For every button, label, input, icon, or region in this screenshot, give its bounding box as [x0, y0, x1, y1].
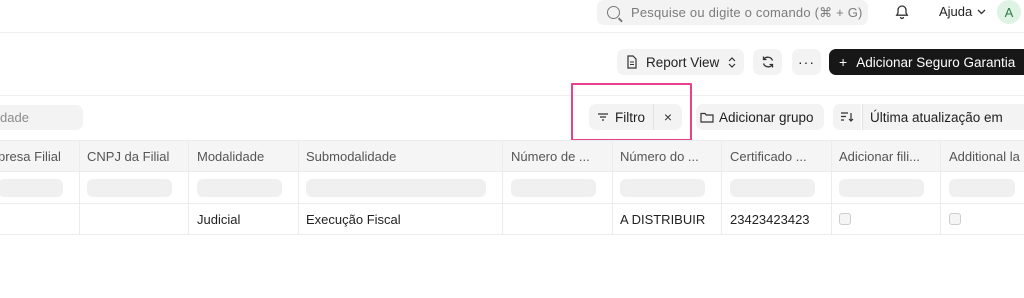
refresh-button[interactable] — [753, 49, 782, 75]
column-filter-cell — [831, 172, 941, 203]
table-cell: A DISTRIBUIR — [612, 204, 722, 234]
report-view-label: Report View — [646, 54, 720, 70]
filter-label: Filtro — [615, 109, 645, 125]
checkbox[interactable] — [839, 213, 851, 225]
add-group-button[interactable]: Adicionar grupo — [696, 104, 824, 130]
column-header[interactable]: Adicionar fili... — [831, 141, 941, 171]
sort-field-button[interactable]: Última atualização em — [862, 104, 1024, 130]
column-filter-cell — [503, 172, 613, 203]
add-group-label: Adicionar grupo — [719, 109, 814, 125]
search-icon — [607, 6, 620, 19]
column-filter-input[interactable] — [730, 178, 815, 197]
table-cell: Judicial — [189, 204, 299, 234]
plus-icon: + — [839, 54, 848, 70]
checkbox[interactable] — [949, 213, 961, 225]
name-filter-input[interactable]: dade — [0, 105, 83, 130]
column-header[interactable]: Número do ... — [612, 141, 722, 171]
add-seguro-garantia-button[interactable]: + Adicionar Seguro Garantia — [829, 49, 1024, 75]
column-filter-input[interactable] — [87, 178, 172, 197]
column-filter-cell — [722, 172, 832, 203]
add-button-label: Adicionar Seguro Garantia — [856, 54, 1016, 70]
column-filter-input[interactable] — [839, 178, 924, 197]
column-filter-input[interactable] — [620, 178, 705, 197]
column-filter-cell — [298, 172, 503, 203]
search-bar[interactable]: Pesquise ou digite o comando (⌘ + G) — [597, 0, 868, 25]
column-filter-input[interactable] — [511, 178, 596, 197]
help-menu[interactable]: Ajuda — [939, 4, 986, 19]
column-header[interactable]: CNPJ da Filial — [79, 141, 189, 171]
avatar[interactable]: A — [997, 0, 1021, 24]
sort-direction-button[interactable] — [833, 104, 861, 130]
column-header[interactable]: Modalidade — [189, 141, 299, 171]
column-filter-input[interactable] — [197, 178, 282, 197]
column-filter-cell — [189, 172, 299, 203]
table-cell: 23423423423 — [722, 204, 832, 234]
bell-icon[interactable] — [894, 4, 910, 20]
chevron-down-icon — [977, 9, 986, 14]
column-filter-cell — [941, 172, 1024, 203]
table-cell — [0, 204, 80, 234]
refresh-icon — [762, 56, 773, 68]
document-icon — [627, 55, 637, 69]
filter-lines-icon — [598, 113, 608, 121]
column-filter-input[interactable] — [306, 178, 486, 197]
column-header[interactable]: Submodalidade — [298, 141, 503, 171]
report-view-select[interactable]: Report View — [617, 49, 744, 75]
column-filter-cell — [612, 172, 722, 203]
column-header[interactable]: Número de ... — [503, 141, 613, 171]
chevron-updown-icon — [728, 56, 736, 68]
table-cell: Execução Fiscal — [298, 204, 503, 234]
column-header[interactable]: Certificado ... — [722, 141, 832, 171]
table-cell — [831, 204, 941, 234]
column-header[interactable]: presa Filial — [0, 141, 80, 171]
table-cell — [503, 204, 613, 234]
help-label: Ajuda — [939, 4, 973, 19]
clear-filter-button[interactable]: × — [653, 104, 682, 130]
filter-button[interactable]: Filtro — [589, 104, 653, 130]
column-header[interactable]: Additional la — [941, 141, 1024, 171]
search-placeholder: Pesquise ou digite o comando (⌘ + G) — [631, 4, 863, 20]
column-filter-cell — [0, 172, 80, 203]
folder-icon — [700, 112, 714, 123]
top-navbar: Pesquise ou digite o comando (⌘ + G) Aju… — [0, 0, 1024, 33]
table-header-row: presa Filial CNPJ da Filial Modalidade S… — [0, 140, 1024, 172]
more-options-button[interactable]: ··· — [792, 49, 821, 75]
sort-descending-icon — [841, 112, 854, 122]
table-row[interactable]: Judicial Execução Fiscal A DISTRIBUIR 23… — [0, 204, 1024, 235]
column-filter-input[interactable] — [0, 178, 63, 197]
column-filter-row — [0, 172, 1024, 204]
table-cell — [941, 204, 1024, 234]
column-filter-input[interactable] — [949, 178, 1015, 197]
column-filter-cell — [79, 172, 189, 203]
table-cell — [79, 204, 189, 234]
